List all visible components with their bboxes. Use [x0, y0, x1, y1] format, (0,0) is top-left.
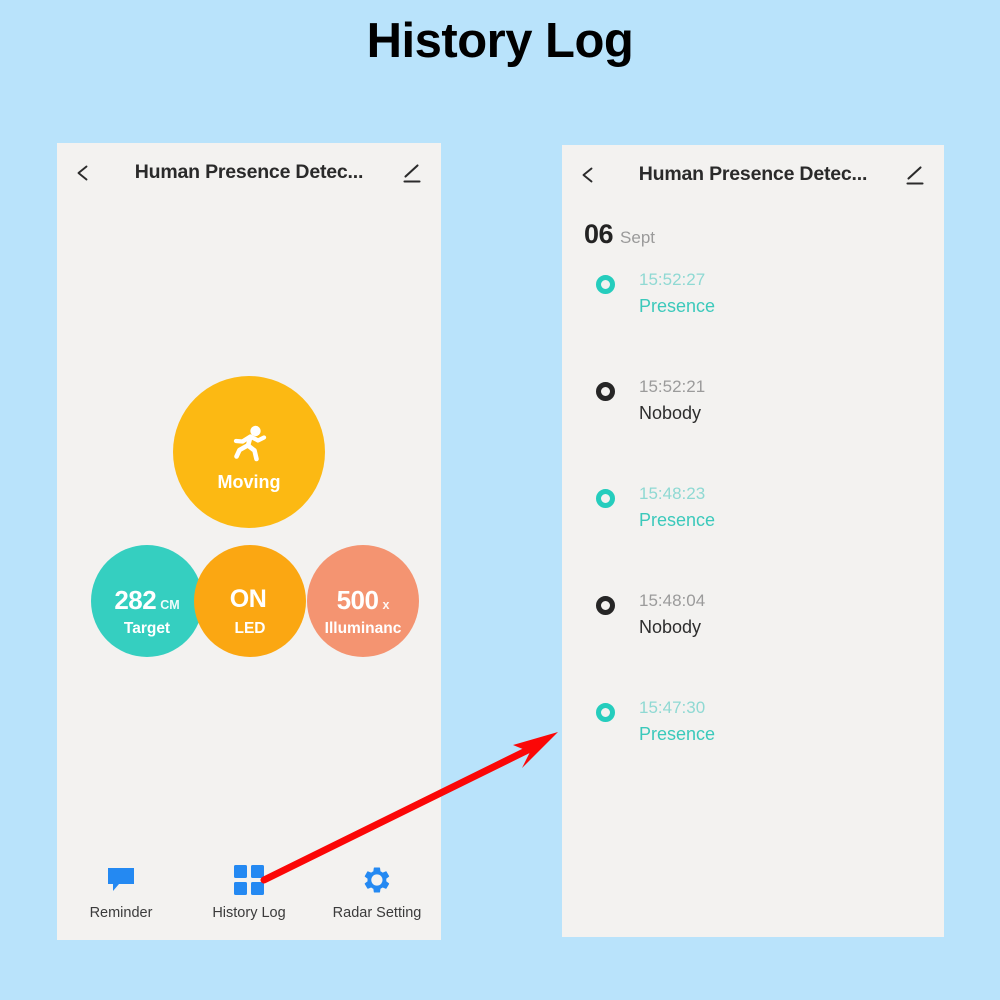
status-dot-icon [596, 489, 615, 508]
appbar-right: Human Presence Detec... [562, 145, 944, 217]
nav-item-history-log[interactable]: History Log [185, 864, 313, 921]
nav-item-reminder[interactable]: Reminder [57, 864, 185, 921]
phone-screen-device-detail: Human Presence Detec... Moving 282 CM Ta… [57, 143, 441, 940]
status-dot-icon [596, 596, 615, 615]
appbar-title: Human Presence Detec... [134, 161, 364, 183]
history-log-list: 15:52:27 Presence 15:52:21 Nobody 15:48:… [562, 267, 944, 802]
log-entry[interactable]: 15:52:21 Nobody [562, 374, 944, 481]
status-moving-circle[interactable]: Moving [173, 376, 325, 528]
nav-item-history-log-label: History Log [212, 905, 286, 921]
status-dot-icon [596, 703, 615, 722]
phone-screen-history-log: Human Presence Detec... 06 Sept 15:52:27 … [562, 145, 944, 937]
nav-item-radar-setting[interactable]: Radar Setting [313, 864, 441, 921]
status-label: Moving [217, 471, 281, 492]
grid-squares-icon [185, 864, 313, 896]
log-entry-time: 15:47:30 [639, 698, 706, 717]
pencil-edit-icon[interactable] [401, 163, 423, 185]
page-title: History Log [366, 14, 634, 68]
metric-target-unit: CM [160, 598, 180, 612]
appbar-title: Human Presence Detec... [638, 163, 868, 185]
status-dot-icon [596, 275, 615, 294]
log-entry-time: 15:52:27 [639, 270, 706, 289]
log-entry[interactable]: 15:52:27 Presence [562, 267, 944, 374]
metrics-row: 282 CM Target ON LED 500 x Illuminanc [57, 545, 441, 657]
log-date-day: 06 [584, 219, 614, 249]
log-entry-state: Nobody [639, 403, 702, 423]
bottom-navigation: Reminder History Log Radar Setting [57, 852, 441, 940]
log-entry-state: Presence [639, 510, 716, 530]
log-entry[interactable]: 15:48:23 Presence [562, 481, 944, 588]
log-entry-state: Nobody [639, 617, 702, 637]
status-dot-icon [596, 382, 615, 401]
log-entry-state: Presence [639, 296, 716, 316]
log-entry[interactable]: 15:48:04 Nobody [562, 588, 944, 695]
log-entry-state: Presence [639, 724, 716, 744]
gear-icon [313, 864, 441, 896]
running-person-icon [226, 420, 272, 466]
metric-illuminance-value: 500 [336, 585, 379, 615]
nav-item-reminder-label: Reminder [89, 905, 153, 921]
log-entry-time: 15:48:23 [639, 484, 706, 503]
metric-target-value: 282 [114, 585, 157, 615]
metric-led[interactable]: ON LED [194, 545, 306, 657]
log-entry[interactable]: 15:47:30 Presence [562, 695, 944, 802]
log-date-header: 06 Sept [584, 219, 655, 250]
nav-item-radar-setting-label: Radar Setting [332, 905, 422, 921]
log-entry-time: 15:48:04 [639, 591, 706, 610]
metric-led-value: ON [229, 585, 267, 613]
log-date-month: Sept [620, 228, 656, 247]
metric-target[interactable]: 282 CM Target [91, 545, 203, 657]
metric-illuminance-unit: x [382, 598, 390, 612]
log-entry-time: 15:52:21 [639, 377, 706, 396]
pencil-edit-icon[interactable] [904, 165, 926, 187]
metric-illuminance[interactable]: 500 x Illuminanc [307, 545, 419, 657]
appbar-left: Human Presence Detec... [57, 143, 441, 215]
speech-bubble-icon [57, 864, 185, 896]
metric-illuminance-label: Illuminanc [324, 620, 402, 637]
